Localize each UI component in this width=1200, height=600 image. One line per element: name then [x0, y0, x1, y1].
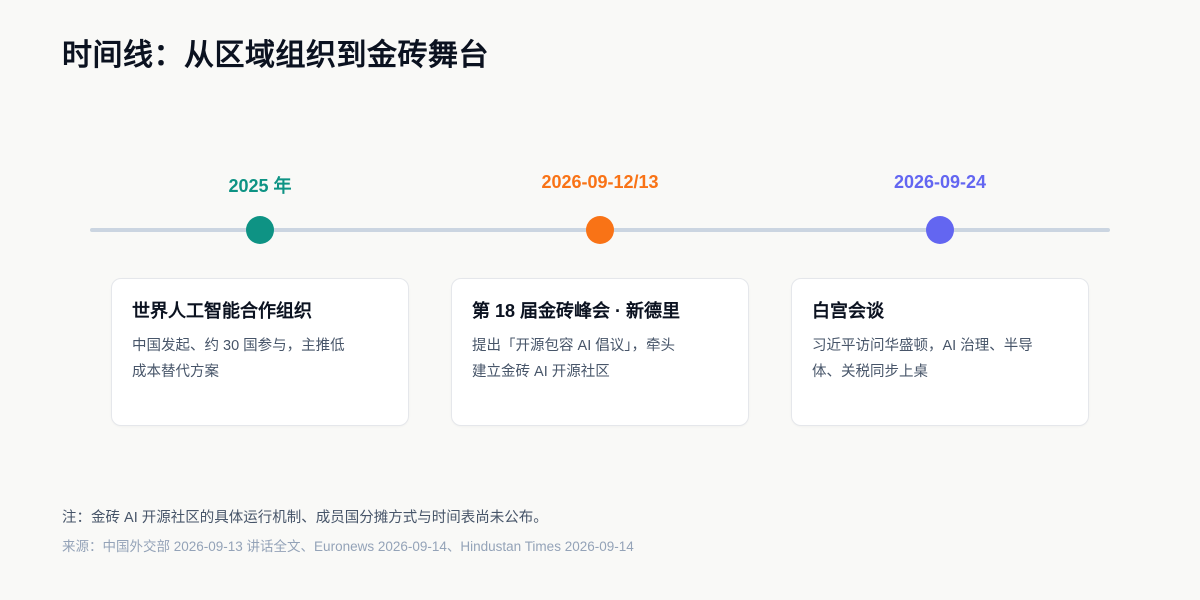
event-node-1: [246, 216, 274, 244]
event-date-1: 2025 年: [228, 176, 292, 196]
event-card-1: 世界人工智能合作组织 中国发起、约 30 国参与，主推低 成本替代方案: [111, 278, 409, 426]
event-desc-line: 建立金砖 AI 开源社区: [472, 364, 610, 380]
event-title-2: 第 18 届金砖峰会 · 新德里: [472, 301, 681, 321]
event-title-1: 世界人工智能合作组织: [132, 301, 312, 321]
event-date-2: 2026-09-12/13: [541, 172, 659, 192]
event-date-3: 2026-09-24: [893, 172, 987, 192]
event-node-3: [926, 216, 954, 244]
source-citation: 来源：中国外交部 2026-09-13 讲话全文、Euronews 2026-0…: [62, 539, 634, 554]
page-title: 时间线：从区域组织到金砖舞台: [62, 39, 489, 72]
event-card-2: 第 18 届金砖峰会 · 新德里 提出「开源包容 AI 倡议」，牵头 建立金砖 …: [451, 278, 749, 426]
event-desc-line: 成本替代方案: [132, 364, 219, 380]
event-title-3: 白宫会谈: [812, 301, 884, 321]
event-node-2: [586, 216, 614, 244]
event-desc-line: 中国发起、约 30 国参与，主推低: [132, 338, 345, 354]
event-desc-line: 习近平访问华盛顿，AI 治理、半导: [812, 338, 1033, 354]
event-desc-line: 体、关税同步上桌: [812, 364, 928, 380]
event-card-3: 白宫会谈 习近平访问华盛顿，AI 治理、半导 体、关税同步上桌: [791, 278, 1089, 426]
footnote: 注：金砖 AI 开源社区的具体运行机制、成员国分摊方式与时间表尚未公布。: [62, 510, 548, 526]
event-desc-line: 提出「开源包容 AI 倡议」，牵头: [472, 338, 676, 354]
